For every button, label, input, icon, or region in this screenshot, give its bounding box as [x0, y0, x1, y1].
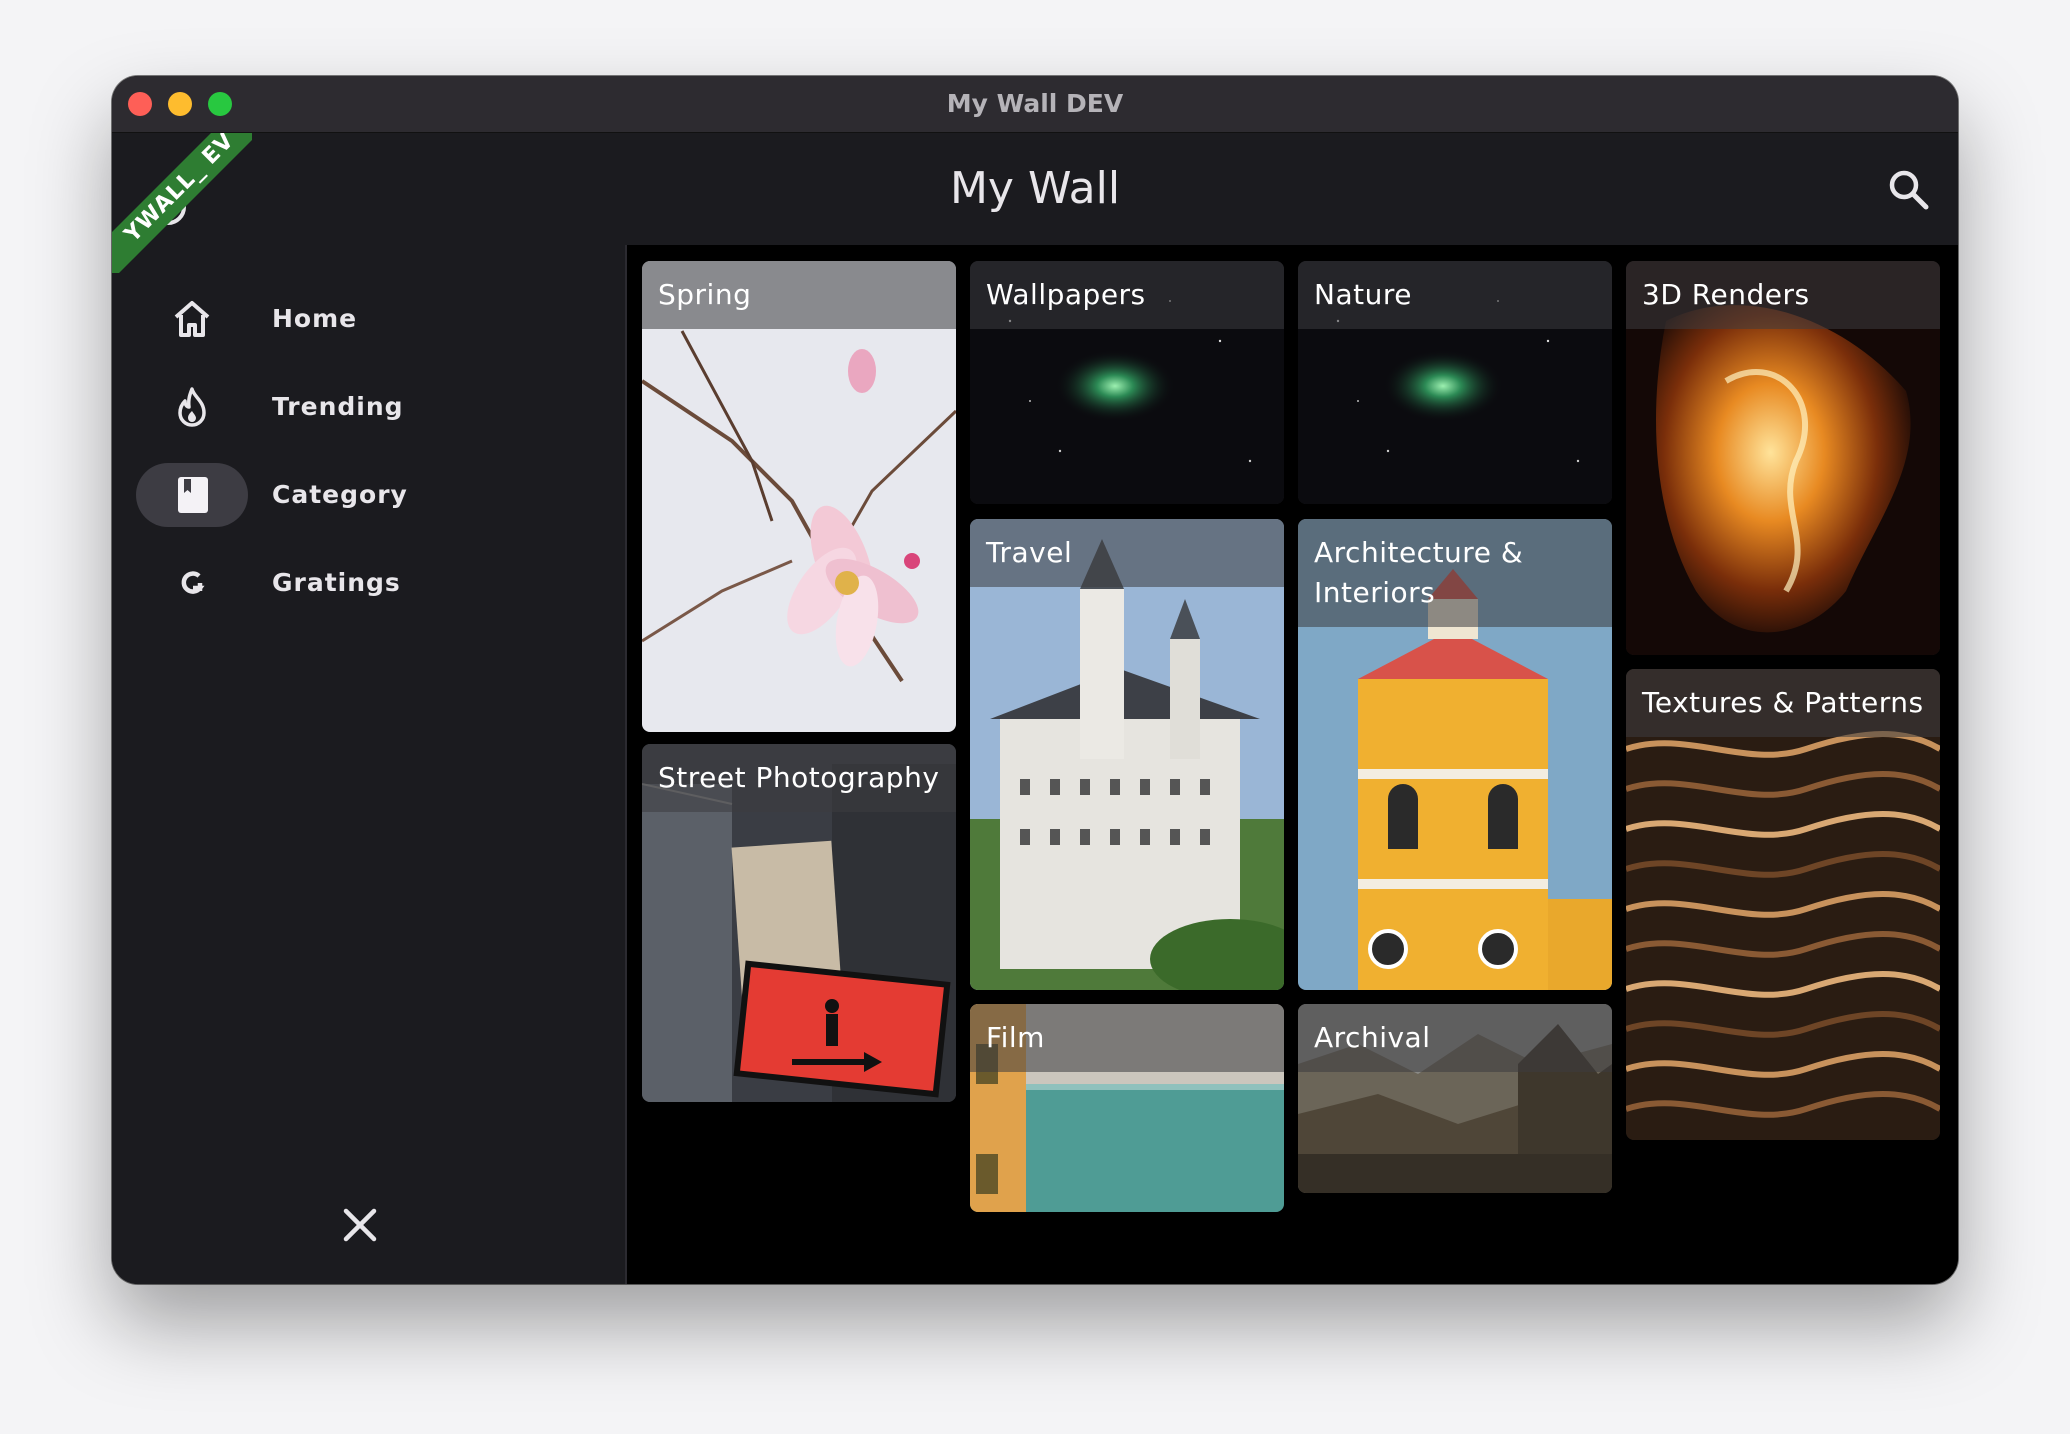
category-card-nature[interactable]: Nature	[1298, 261, 1612, 504]
app-title: My Wall	[949, 163, 1121, 214]
card-label: Street Photography	[642, 744, 956, 812]
card-label: Spring	[642, 261, 956, 329]
category-card-3d-renders[interactable]: 3D Renders	[1626, 261, 1940, 655]
debug-banner-text: YWALL_ EV	[112, 133, 252, 273]
nav-item-trending[interactable]: Trending	[136, 375, 616, 439]
category-card-film[interactable]: Film	[970, 1004, 1284, 1212]
search-button[interactable]	[1884, 165, 1932, 213]
card-label: 3D Renders	[1626, 261, 1940, 329]
app-window: My Wall DEV My Wall YWALL_ EV Home Trend…	[112, 76, 1958, 1284]
textures-patterns-image	[1626, 669, 1940, 1140]
close-drawer-button[interactable]	[338, 1203, 382, 1247]
card-label: Archival	[1298, 1004, 1612, 1072]
category-card-spring[interactable]: Spring	[642, 261, 956, 732]
category-card-travel[interactable]: Travel	[970, 519, 1284, 990]
nav-label-gratings: Gratings	[272, 568, 401, 597]
category-card-wallpapers[interactable]: Wallpapers	[970, 261, 1284, 504]
card-label: Film	[970, 1004, 1284, 1072]
card-label: Wallpapers	[970, 261, 1284, 329]
card-label: Travel	[970, 519, 1284, 587]
category-card-archival[interactable]: Archival	[1298, 1004, 1612, 1193]
home-icon	[174, 301, 210, 337]
nav-item-category[interactable]: Category	[136, 463, 616, 527]
card-label: Nature	[1298, 261, 1612, 329]
nav-item-home[interactable]: Home	[136, 287, 616, 351]
flame-icon	[178, 387, 206, 427]
window-title: My Wall DEV	[946, 89, 1124, 118]
nav-label-home: Home	[272, 304, 358, 333]
debug-banner: YWALL_ EV	[112, 133, 252, 273]
category-grid: Spring Street Photography Wallpapers Tra…	[627, 245, 1958, 1284]
search-icon	[1889, 170, 1929, 210]
bookmark-book-icon	[178, 477, 208, 513]
navigation-rail: Home Trending Category Gratings	[112, 245, 627, 1284]
travel-image	[970, 519, 1284, 990]
nav-label-category: Category	[272, 480, 408, 509]
category-card-street-photography[interactable]: Street Photography	[642, 744, 956, 1102]
spring-image	[642, 261, 956, 732]
category-card-architecture-interiors[interactable]: Architecture & Interiors	[1298, 519, 1612, 990]
title-bar[interactable]: My Wall DEV	[112, 76, 1958, 133]
category-card-textures-patterns[interactable]: Textures & Patterns	[1626, 669, 1940, 1140]
g-letter-icon	[181, 571, 205, 594]
card-label: Textures & Patterns	[1626, 669, 1940, 737]
nav-label-trending: Trending	[272, 392, 404, 421]
card-label: Architecture & Interiors	[1298, 519, 1612, 627]
nav-item-gratings[interactable]: Gratings	[136, 551, 616, 615]
app-bar: My Wall	[112, 133, 1958, 245]
close-icon	[343, 1208, 377, 1242]
